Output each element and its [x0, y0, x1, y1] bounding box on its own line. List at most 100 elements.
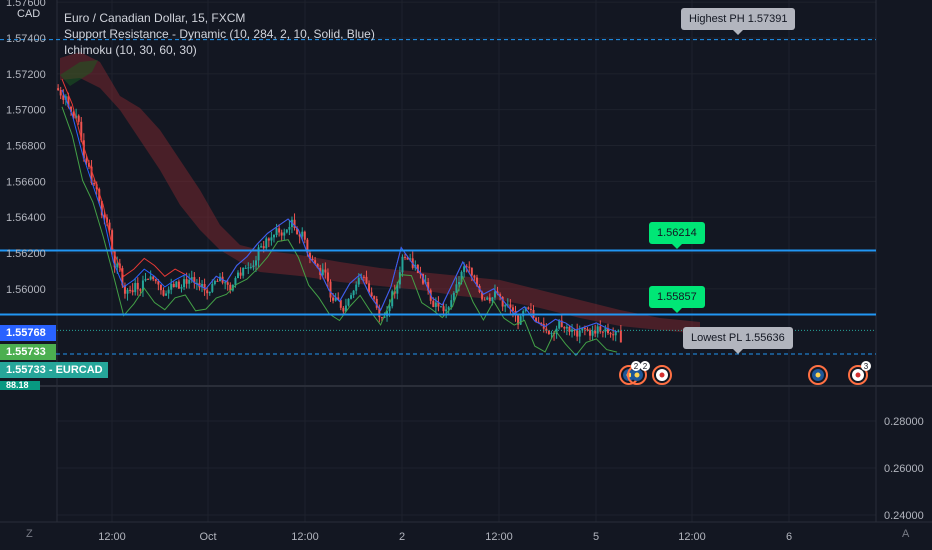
- candle-body: [303, 231, 306, 240]
- candle-body: [226, 282, 229, 285]
- candle-body: [388, 306, 391, 312]
- candle-body: [463, 266, 466, 272]
- candle-body: [491, 297, 494, 302]
- candle-body: [558, 320, 561, 329]
- symbol-name: EURCAD: [55, 364, 103, 376]
- candle-body: [188, 279, 191, 284]
- candle-body: [357, 278, 360, 285]
- ichimoku-indicator-label[interactable]: Ichimoku (10, 30, 60, 30): [64, 42, 375, 58]
- candle-body: [183, 279, 186, 288]
- candle-body: [172, 283, 175, 288]
- candle-body: [619, 330, 622, 343]
- price-axis-tick: 1.56000: [6, 284, 46, 296]
- auto-scale-button[interactable]: A: [902, 528, 909, 540]
- candle-body: [612, 334, 615, 336]
- candle-body: [563, 327, 566, 329]
- candle-body: [329, 281, 332, 298]
- time-axis-tick: 6: [786, 531, 792, 543]
- candle-body: [347, 298, 350, 306]
- candle-body: [136, 282, 139, 290]
- candle-body: [486, 297, 489, 300]
- candle-body: [285, 229, 288, 233]
- candle-body: [609, 333, 612, 335]
- time-axis-tick: 12:00: [678, 531, 706, 543]
- candle-body: [162, 290, 165, 296]
- candle-body: [519, 316, 522, 325]
- support-resistance-indicator-label[interactable]: Support Resistance - Dynamic (10, 284, 2…: [64, 26, 375, 42]
- candle-body: [355, 284, 358, 291]
- event-count-text: 2: [634, 362, 639, 371]
- candle-body: [589, 330, 592, 336]
- candle-body: [380, 317, 383, 319]
- chart-legend: Euro / Canadian Dollar, 15, FXCM Support…: [64, 10, 375, 58]
- candle-body: [237, 272, 240, 279]
- indicator-axis-tick: 0.24000: [884, 510, 924, 522]
- time-axis-tick: 12:00: [98, 531, 126, 543]
- ask-price-tag: 1.55733: [0, 344, 56, 360]
- price-axis-tick: 1.56400: [6, 212, 46, 224]
- zoom-button[interactable]: Z: [26, 528, 33, 540]
- cad-event-icon-center: [659, 372, 665, 378]
- price-chart[interactable]: 1.576001.574001.572001.570001.568001.566…: [0, 0, 932, 550]
- candle-body: [208, 291, 211, 294]
- price-axis-tick: 1.57000: [6, 105, 46, 117]
- candle-body: [442, 306, 445, 312]
- candle-body: [324, 269, 327, 273]
- candle-body: [203, 284, 206, 291]
- candle-body: [180, 287, 183, 289]
- candle-body: [447, 307, 450, 310]
- candle-body: [244, 267, 247, 269]
- candle-body: [247, 267, 250, 269]
- candle-body: [452, 292, 455, 301]
- candle-body: [206, 290, 209, 294]
- candle-body: [550, 332, 553, 335]
- candle-body: [473, 275, 476, 278]
- symbol-title[interactable]: Euro / Canadian Dollar, 15, FXCM: [64, 10, 375, 26]
- candle-body: [488, 297, 491, 302]
- candle-body: [175, 281, 178, 288]
- candle-body: [275, 228, 278, 235]
- candle-body: [576, 330, 579, 337]
- time-axis-tick: 2: [399, 531, 405, 543]
- candle-body: [234, 278, 237, 285]
- candle-body: [373, 296, 376, 299]
- candle-body: [326, 272, 329, 282]
- candle-body: [547, 330, 550, 335]
- candle-body: [167, 289, 170, 294]
- candle-body: [342, 307, 345, 312]
- candle-body: [139, 289, 142, 291]
- time-axis-tick: 5: [593, 531, 599, 543]
- candle-body: [57, 88, 60, 91]
- candle-body: [249, 267, 252, 269]
- candle-body: [93, 183, 96, 185]
- candle-body: [321, 269, 324, 275]
- price-axis-tick: 1.56800: [6, 141, 46, 153]
- last-price-value: 1.55733: [6, 364, 46, 376]
- event-count-text: 3: [864, 362, 869, 371]
- candle-body: [468, 266, 471, 268]
- candle-body: [147, 278, 150, 280]
- eur-event-icon-center: [634, 372, 640, 378]
- candle-body: [578, 330, 581, 337]
- support-callout: 1.55857: [649, 286, 705, 313]
- candle-body: [439, 306, 442, 308]
- candle-body: [260, 246, 263, 248]
- candle-body: [565, 326, 568, 329]
- candle-body: [455, 284, 458, 293]
- candle-body: [352, 290, 355, 296]
- candle-body: [365, 276, 368, 284]
- candle-body: [511, 307, 514, 311]
- price-axis-tick: 1.56200: [6, 248, 46, 260]
- price-axis-tick: 1.57400: [6, 33, 46, 45]
- indicator-axis-tick: 0.26000: [884, 463, 924, 475]
- candle-body: [583, 328, 586, 330]
- candle-body: [301, 231, 304, 237]
- candle-body: [614, 331, 617, 336]
- candle-body: [116, 263, 119, 268]
- candle-body: [177, 281, 180, 289]
- candle-body: [131, 290, 134, 293]
- candle-body: [568, 326, 571, 332]
- candle-body: [445, 309, 448, 312]
- candle-body: [254, 260, 257, 266]
- resistance-callout: 1.56214: [649, 222, 705, 249]
